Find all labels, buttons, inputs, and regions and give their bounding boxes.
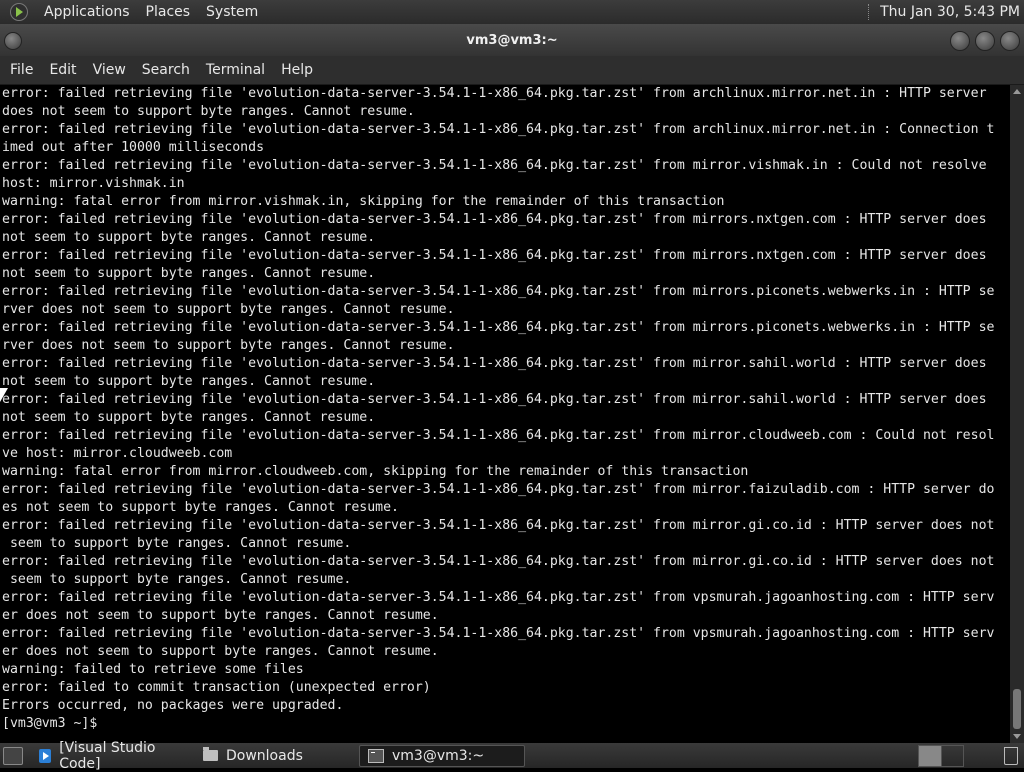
terminal-line: rver does not seem to support byte range… <box>2 338 455 353</box>
window-title: vm3@vm3:~ <box>466 32 558 48</box>
terminal-output[interactable]: error: failed retrieving file 'evolution… <box>0 85 1010 743</box>
terminal-line: error: failed retrieving file 'evolution… <box>2 554 995 569</box>
close-button[interactable] <box>1000 31 1020 51</box>
terminal-line: not seem to support byte ranges. Cannot … <box>2 410 376 425</box>
panel-separator <box>868 4 872 20</box>
terminal-line: host: mirror.vishmak.in <box>2 176 185 191</box>
task-downloads[interactable]: Downloads <box>195 745 355 767</box>
terminal-line: error: failed retrieving file 'evolution… <box>2 212 987 227</box>
terminal-line: Errors occurred, no packages were upgrad… <box>2 698 344 713</box>
vscode-icon <box>39 748 52 763</box>
terminal-line: error: failed retrieving file 'evolution… <box>2 248 987 263</box>
workspace-switcher[interactable] <box>918 744 964 767</box>
terminal-line: not seem to support byte ranges. Cannot … <box>2 266 376 281</box>
terminal-menubar: File Edit View Search Terminal Help <box>0 56 1024 85</box>
terminal-scrollbar[interactable] <box>1010 85 1024 743</box>
terminal-line: does not seem to support byte ranges. Ca… <box>2 104 415 119</box>
task-visual-studio-code[interactable]: [Visual Studio Code] <box>31 740 191 772</box>
terminal-line: er does not seem to support byte ranges.… <box>2 644 439 659</box>
terminal-line: error: failed retrieving file 'evolution… <box>2 392 987 407</box>
terminal-line: warning: fatal error from mirror.cloudwe… <box>2 464 749 479</box>
task-label: [Visual Studio Code] <box>59 739 156 772</box>
terminal-line: seem to support byte ranges. Cannot resu… <box>2 572 352 587</box>
terminal-line: not seem to support byte ranges. Cannot … <box>2 374 376 389</box>
maximize-button[interactable] <box>975 31 995 51</box>
terminal-line: error: failed retrieving file 'evolution… <box>2 518 995 533</box>
terminal-line: es not seem to support byte ranges. Cann… <box>2 500 399 515</box>
terminal-line: error: failed retrieving file 'evolution… <box>2 428 995 443</box>
clock[interactable]: Thu Jan 30, 5:43 PM <box>880 4 1024 20</box>
terminal-line: er does not seem to support byte ranges.… <box>2 608 439 623</box>
menu-search[interactable]: Search <box>134 56 198 84</box>
terminal-line: error: failed retrieving file 'evolution… <box>2 158 987 173</box>
applications-menu[interactable]: Applications <box>36 0 138 24</box>
task-terminal[interactable]: vm3@vm3:~ <box>359 744 525 767</box>
menu-help[interactable]: Help <box>273 56 321 84</box>
terminal-line: error: failed retrieving file 'evolution… <box>2 482 995 497</box>
terminal-line: error: failed retrieving file 'evolution… <box>2 320 995 335</box>
terminal-line: [vm3@vm3 ~]$ <box>2 716 106 731</box>
taskbar: [Visual Studio Code] Downloads vm3@vm3:~ <box>0 740 1024 772</box>
task-label: Downloads <box>226 747 303 764</box>
terminal-line: warning: failed to retrieve some files <box>2 662 304 677</box>
trash-icon[interactable] <box>1004 746 1018 765</box>
minimize-button[interactable] <box>950 31 970 51</box>
terminal-line: error: failed retrieving file 'evolution… <box>2 356 987 371</box>
terminal-line: imed out after 10000 milliseconds <box>2 140 265 155</box>
terminal-text: error: failed retrieving file 'evolution… <box>0 85 1010 733</box>
places-menu[interactable]: Places <box>138 0 199 24</box>
workspace-2[interactable] <box>942 746 964 766</box>
terminal-line: error: failed retrieving file 'evolution… <box>2 86 987 101</box>
show-desktop-button[interactable] <box>3 746 23 765</box>
terminal-icon <box>368 748 384 763</box>
terminal-line: rver does not seem to support byte range… <box>2 302 455 317</box>
terminal-line: error: failed retrieving file 'evolution… <box>2 122 995 137</box>
terminal-line: seem to support byte ranges. Cannot resu… <box>2 536 352 551</box>
workspace-1[interactable] <box>919 745 942 766</box>
terminal-line: error: failed retrieving file 'evolution… <box>2 590 995 605</box>
terminal-line: warning: fatal error from mirror.vishmak… <box>2 194 725 209</box>
menu-terminal[interactable]: Terminal <box>198 56 273 84</box>
terminal-line: ve host: mirror.cloudweeb.com <box>2 446 233 461</box>
mouse-pointer-icon <box>0 388 8 402</box>
window-controls <box>950 31 1020 51</box>
folder-icon <box>203 747 218 761</box>
menu-logo-icon[interactable] <box>10 3 28 21</box>
terminal-line: not seem to support byte ranges. Cannot … <box>2 230 376 245</box>
terminal-line: error: failed retrieving file 'evolution… <box>2 626 995 641</box>
scroll-down-icon[interactable] <box>1013 734 1021 739</box>
terminal-line: error: failed to commit transaction (une… <box>2 680 431 695</box>
window-titlebar[interactable]: vm3@vm3:~ <box>0 24 1024 56</box>
window-menu-icon[interactable] <box>4 32 22 50</box>
scroll-up-icon[interactable] <box>1013 89 1021 94</box>
menu-file[interactable]: File <box>2 56 41 84</box>
top-panel: Applications Places System Thu Jan 30, 5… <box>0 0 1024 24</box>
menu-edit[interactable]: Edit <box>41 56 84 84</box>
system-menu[interactable]: System <box>198 0 266 24</box>
scroll-thumb[interactable] <box>1013 689 1021 729</box>
task-label: vm3@vm3:~ <box>392 747 485 764</box>
terminal-line: error: failed retrieving file 'evolution… <box>2 284 995 299</box>
menu-view[interactable]: View <box>85 56 134 84</box>
